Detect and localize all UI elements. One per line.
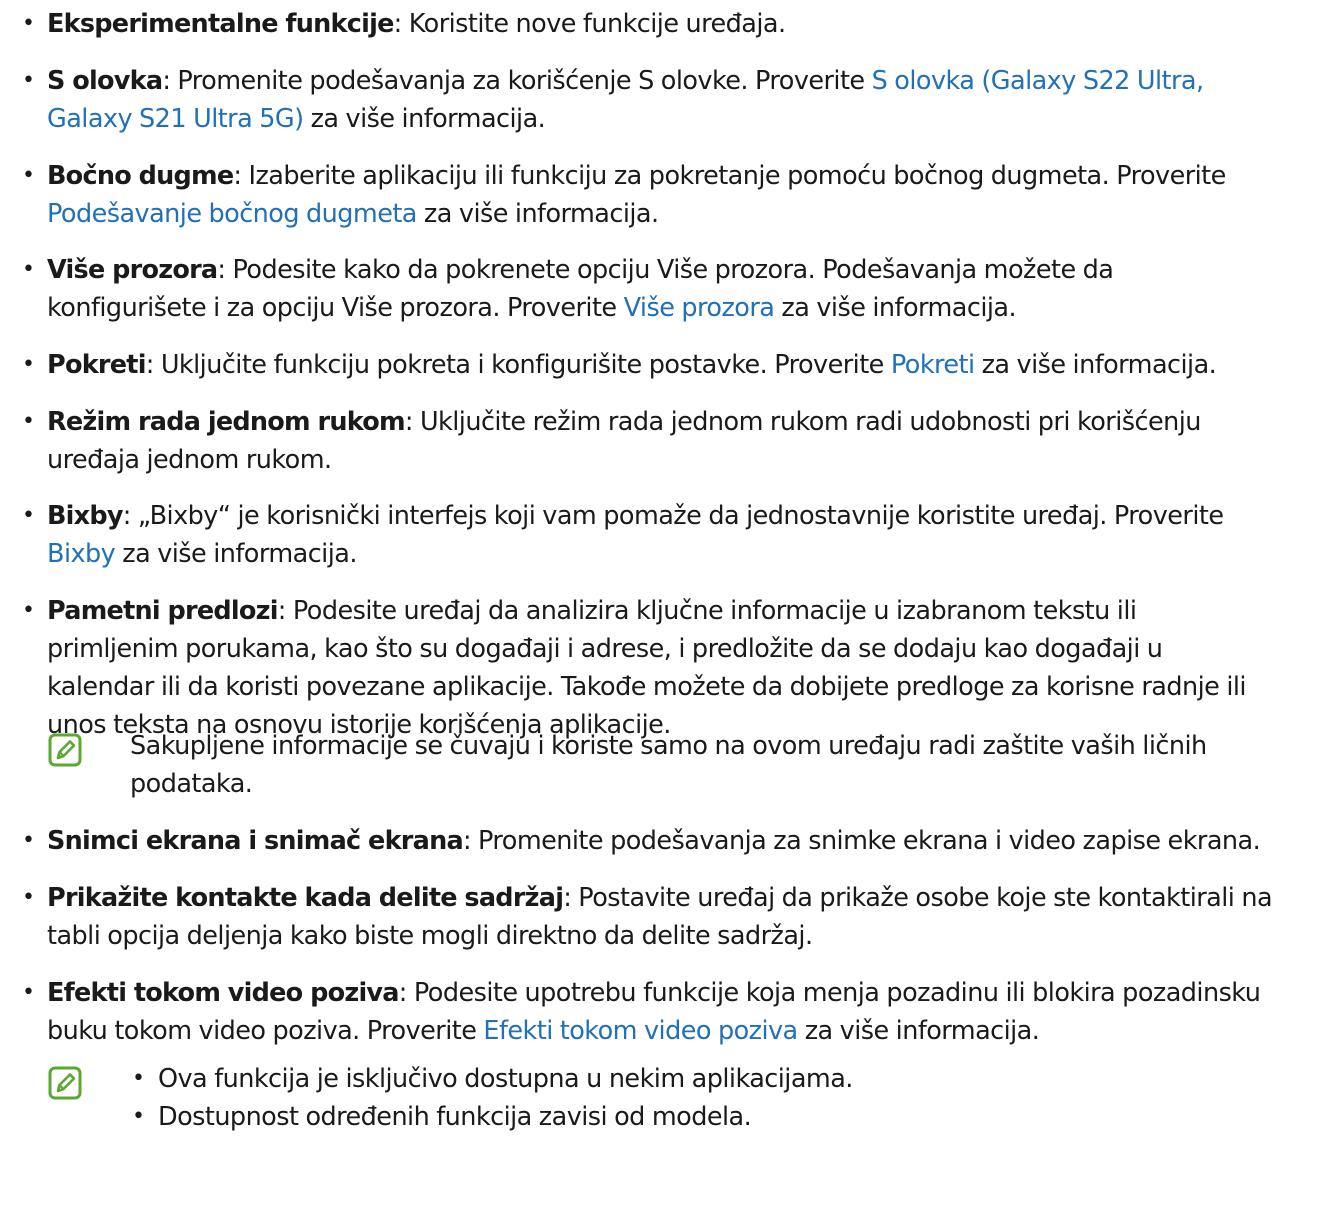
feature-item-line: Bixby za više informacija. bbox=[47, 535, 1223, 573]
note-pencil-icon bbox=[48, 733, 82, 767]
bullet-dot: • bbox=[22, 257, 35, 282]
bullet-dot: • bbox=[22, 503, 35, 528]
feature-description: za više informacija. bbox=[115, 539, 357, 569]
note-bullet-text: Dostupnost određenih funkcija zavisi od … bbox=[158, 1102, 752, 1132]
feature-description: tabli opcija deljenja kako biste mogli d… bbox=[47, 921, 813, 951]
feature-term: Bočno dugme bbox=[47, 161, 234, 191]
feature-description: za više informacija. bbox=[416, 199, 659, 229]
feature-description: za više informacija. bbox=[774, 293, 1017, 323]
feature-item-line: uređaja jednom rukom. bbox=[47, 441, 1201, 479]
note-bullet-item: • Dostupnost određenih funkcija zavisi o… bbox=[132, 1098, 752, 1136]
feature-description: buku tokom video poziva. Proverite bbox=[47, 1016, 484, 1046]
feature-item: • Bočno dugme: Izaberite aplikaciju ili f… bbox=[0, 157, 1226, 233]
feature-item: • S olovka: Promenite podešavanja za kori… bbox=[0, 62, 1204, 138]
feature-description: primljenim porukama, kao što su događaji… bbox=[47, 634, 1163, 664]
feature-term: Pametni predlozi bbox=[47, 596, 279, 626]
feature-item-line: Prikažite kontakte kada delite sadržaj: … bbox=[47, 879, 1273, 917]
manual-page: • Eksperimentalne funkcije: Koristite nov… bbox=[0, 0, 1326, 1211]
feature-item-line: Bočno dugme: Izaberite aplikaciju ili fu… bbox=[47, 157, 1226, 195]
feature-term: Više prozora bbox=[47, 255, 218, 285]
feature-term: Režim rada jednom rukom bbox=[47, 407, 406, 437]
feature-item-line: Eksperimentalne funkcije: Koristite nove… bbox=[47, 5, 786, 43]
cross-reference-link[interactable]: Bixby bbox=[47, 539, 116, 569]
feature-item: • Prikažite kontakte kada delite sadržaj:… bbox=[0, 879, 1273, 955]
bullet-dot: • bbox=[22, 11, 35, 36]
bullet-dot: • bbox=[22, 598, 35, 623]
bullet-dot: • bbox=[22, 885, 35, 910]
feature-term: Eksperimentalne funkcije bbox=[47, 9, 394, 39]
feature-description: konfigurišete i za opciju Više prozora. … bbox=[47, 293, 624, 323]
feature-item: • Više prozora: Podesite kako da pokrenet… bbox=[0, 251, 1114, 327]
cross-reference-link[interactable]: Podešavanje bočnog dugmeta bbox=[47, 199, 417, 229]
cross-reference-link[interactable]: Više prozora bbox=[624, 293, 775, 323]
feature-item-line: tabli opcija deljenja kako biste mogli d… bbox=[47, 917, 1272, 955]
cross-reference-link[interactable]: Galaxy S21 Ultra 5G) bbox=[47, 104, 304, 134]
feature-description: uređaja jednom rukom. bbox=[47, 445, 332, 475]
feature-description: : Uključite funkciju pokreta i konfiguri… bbox=[145, 350, 891, 380]
cross-reference-link[interactable]: Efekti tokom video poziva bbox=[483, 1016, 798, 1046]
feature-item-line: kalendar ili da koristi povezane aplikac… bbox=[47, 668, 1247, 706]
feature-item-line: Efekti tokom video poziva: Podesite upot… bbox=[47, 974, 1261, 1012]
bullet-dot: • bbox=[22, 352, 35, 377]
note-bullet-item: • Ova funkcija je isključivo dostupna u … bbox=[132, 1060, 853, 1098]
note-bullet-text: Ova funkcija je isključivo dostupna u ne… bbox=[158, 1064, 853, 1094]
feature-term: S olovka bbox=[47, 66, 163, 96]
bullet-dot: • bbox=[132, 1104, 145, 1129]
feature-description: : „Bixby“ je korisnički interfejs koji v… bbox=[122, 501, 1224, 531]
feature-description: : Postavite uređaj da prikaže osobe koje… bbox=[563, 883, 1273, 913]
feature-item-line: Režim rada jednom rukom: Uključite režim… bbox=[47, 403, 1201, 441]
bullet-dot: • bbox=[22, 163, 35, 188]
feature-description: : Podesite kako da pokrenete opciju Više… bbox=[217, 255, 1114, 285]
bullet-dot: • bbox=[132, 1066, 145, 1091]
bullet-dot: • bbox=[22, 68, 35, 93]
feature-description: kalendar ili da koristi povezane aplikac… bbox=[47, 672, 1247, 702]
feature-term: Bixby bbox=[47, 501, 124, 531]
feature-item: • Režim rada jednom rukom: Uključite reži… bbox=[0, 403, 1201, 479]
feature-item-line: S olovka: Promenite podešavanja za koriš… bbox=[47, 62, 1204, 100]
feature-description: za više informacija. bbox=[303, 104, 546, 134]
feature-item-line: Podešavanje bočnog dugmeta za više infor… bbox=[47, 195, 1226, 233]
feature-item-line: Više prozora: Podesite kako da pokrenete… bbox=[47, 251, 1114, 289]
cross-reference-link[interactable]: Pokreti bbox=[891, 350, 975, 380]
feature-description: za više informacija. bbox=[797, 1016, 1040, 1046]
feature-description: : Koristite nove funkcije uređaja. bbox=[393, 9, 786, 39]
feature-item: • Efekti tokom video poziva: Podesite upo… bbox=[0, 974, 1261, 1050]
bullet-dot: • bbox=[22, 409, 35, 434]
feature-term: Pokreti bbox=[47, 350, 146, 380]
feature-term: Snimci ekrana i snimač ekrana bbox=[47, 826, 464, 856]
note-text-line: podataka. bbox=[130, 769, 253, 799]
feature-item: • Pokreti: Uključite funkciju pokreta i k… bbox=[0, 346, 1217, 384]
feature-item: • Snimci ekrana i snimač ekrana: Promenit… bbox=[0, 822, 1261, 860]
feature-term: Efekti tokom video poziva bbox=[47, 978, 400, 1008]
feature-term: Prikažite kontakte kada delite sadržaj bbox=[47, 883, 564, 913]
feature-item-line: Bixby: „Bixby“ je korisnički interfejs k… bbox=[47, 497, 1224, 535]
note-pencil-icon bbox=[48, 1066, 82, 1100]
feature-description: : Izaberite aplikaciju ili funkciju za p… bbox=[233, 161, 1226, 191]
feature-description: : Promenite podešavanja za snimke ekrana… bbox=[462, 826, 1261, 856]
feature-item-line: Galaxy S21 Ultra 5G) za više informacija… bbox=[47, 100, 1204, 138]
cross-reference-link[interactable]: S olovka (Galaxy S22 Ultra, bbox=[872, 66, 1204, 96]
feature-description: za više informacija. bbox=[974, 350, 1217, 380]
feature-item-line: buku tokom video poziva. Proverite Efekt… bbox=[47, 1012, 1260, 1050]
note-text-line: Sakupljene informacije se čuvaju i koris… bbox=[130, 731, 1207, 761]
feature-item-line: primljenim porukama, kao što su događaji… bbox=[47, 630, 1246, 668]
feature-item-line: konfigurišete i za opciju Više prozora. … bbox=[47, 289, 1113, 327]
feature-item: • Eksperimentalne funkcije: Koristite nov… bbox=[0, 5, 786, 43]
feature-description: : Uključite režim rada jednom rukom radi… bbox=[404, 407, 1202, 437]
feature-item-line: Snimci ekrana i snimač ekrana: Promenite… bbox=[47, 822, 1261, 860]
feature-item: • Bixby: „Bixby“ je korisnički interfejs … bbox=[0, 497, 1224, 573]
feature-description: : Podesite uređaj da analizira ključne i… bbox=[277, 596, 1137, 626]
feature-item-line: Pokreti: Uključite funkciju pokreta i ko… bbox=[47, 346, 1217, 384]
feature-item-line: Pametni predlozi: Podesite uređaj da ana… bbox=[47, 592, 1246, 630]
bullet-dot: • bbox=[22, 980, 35, 1005]
feature-item: • Pametni predlozi: Podesite uređaj da an… bbox=[0, 592, 1247, 744]
feature-description: : Promenite podešavanja za korišćenje S … bbox=[162, 66, 872, 96]
bullet-dot: • bbox=[22, 828, 35, 853]
feature-description: : Podesite upotrebu funkcije koja menja … bbox=[398, 978, 1261, 1008]
